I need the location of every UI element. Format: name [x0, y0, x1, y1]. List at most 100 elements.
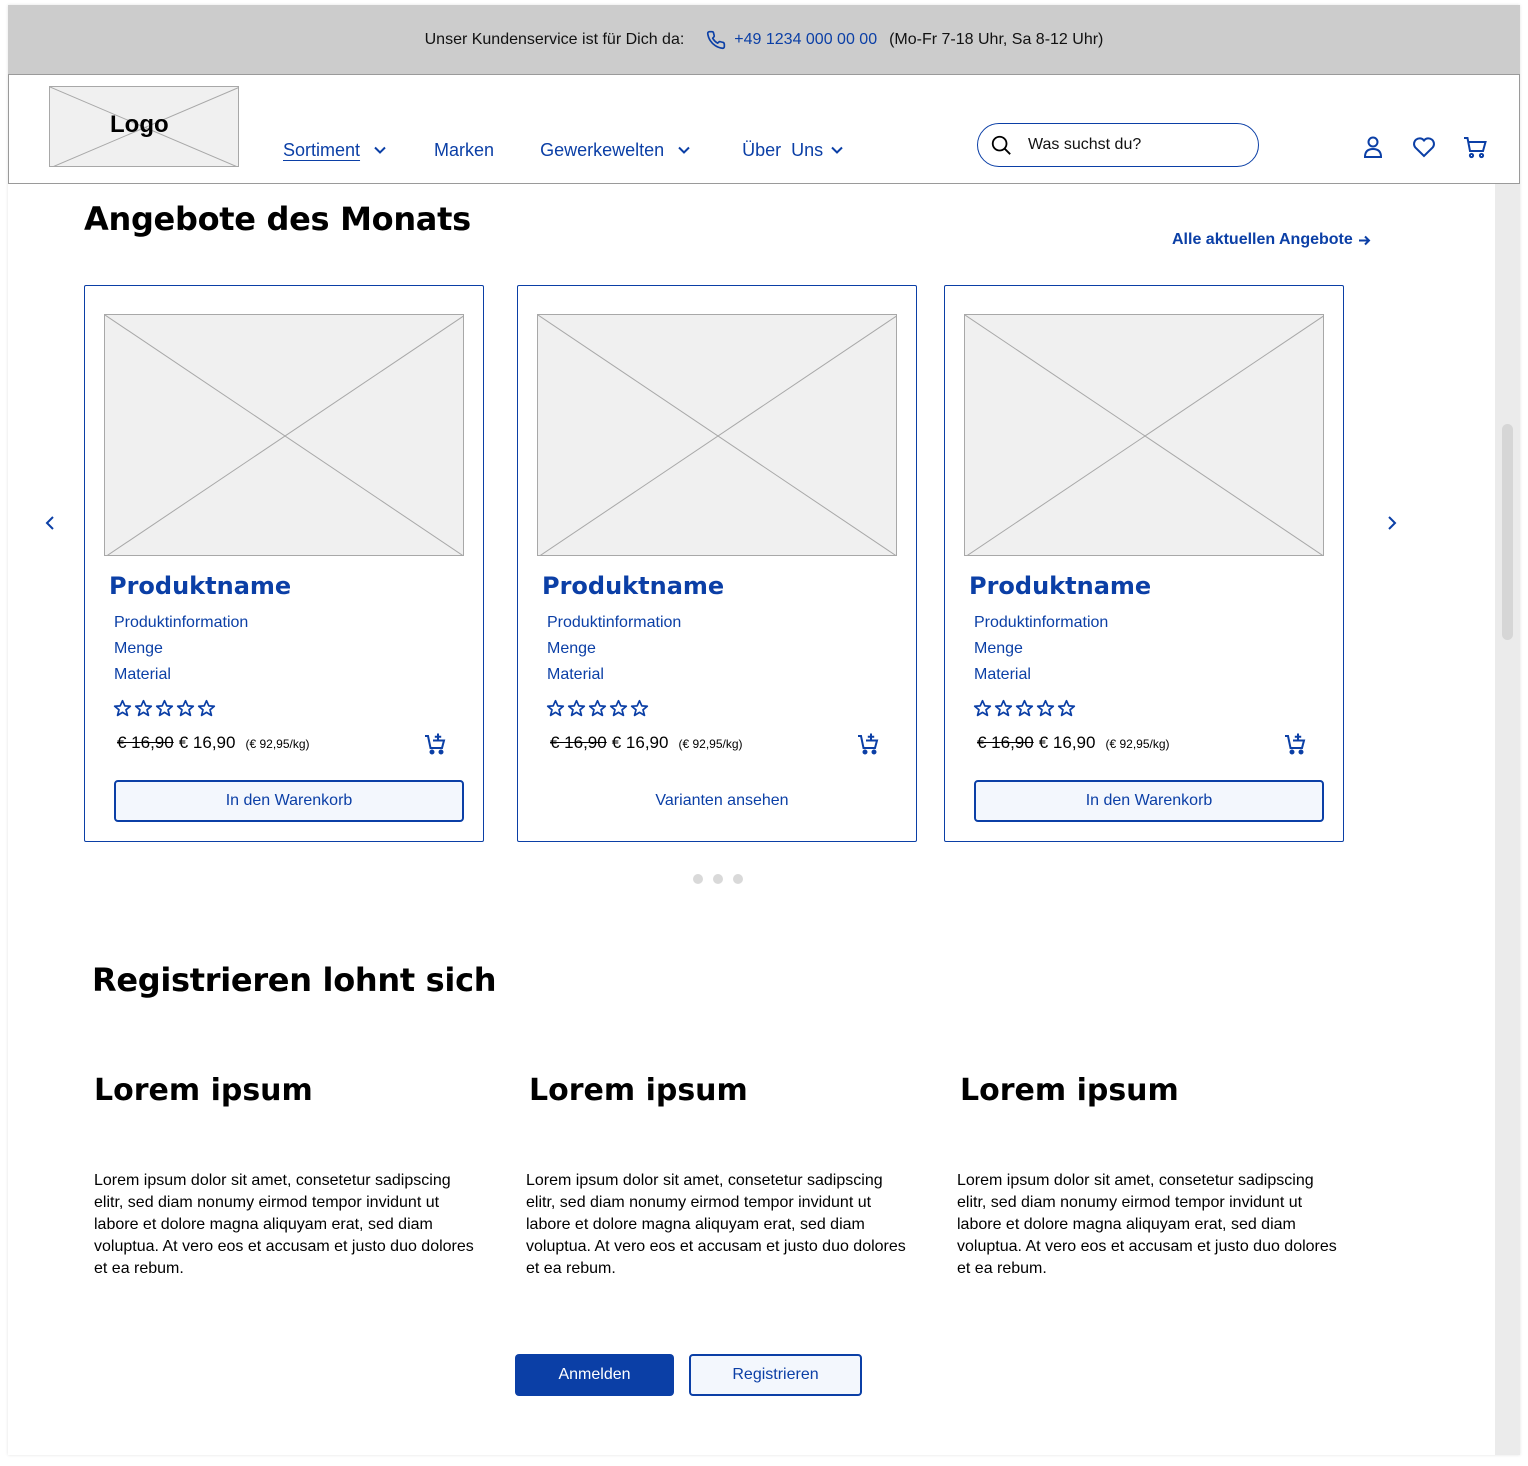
product-material: Material — [114, 666, 171, 683]
product-card[interactable]: Produktname Produktinformation Menge Mat… — [517, 285, 917, 842]
page: Unser Kundenservice ist für Dich da: +49… — [8, 5, 1520, 1455]
product-card[interactable]: Produktname Produktinformation Menge Mat… — [84, 285, 484, 842]
nav-label: Sortiment — [283, 139, 361, 160]
chevron-down-icon — [372, 142, 388, 158]
price-row: € 16,90 € 16,90 (€ 92,95/kg) — [117, 733, 310, 753]
product-info: Produktinformation — [974, 614, 1109, 631]
product-name[interactable]: Produktname — [542, 572, 724, 600]
heart-icon[interactable] — [1410, 133, 1438, 161]
service-label: Unser Kundenservice ist für Dich da: — [424, 30, 685, 48]
product-name[interactable]: Produktname — [969, 572, 1151, 600]
star-icon — [630, 699, 649, 718]
carousel-next-button[interactable] — [1384, 513, 1400, 533]
star-icon — [546, 699, 565, 718]
nav-item-marken[interactable]: Marken — [434, 140, 494, 161]
chevron-right-icon — [1388, 516, 1397, 530]
benefit-title: Lorem ipsum — [960, 1073, 1179, 1108]
benefit-title: Lorem ipsum — [529, 1073, 748, 1108]
all-offers-link[interactable]: Alle aktuellen Angebote — [1172, 231, 1371, 249]
pagination-dot[interactable] — [733, 874, 743, 884]
register-title: Registrieren lohnt sich — [92, 961, 497, 999]
rating-stars[interactable] — [113, 699, 218, 718]
unit-price: (€ 92,95/kg) — [1105, 737, 1170, 751]
product-image-placeholder — [964, 314, 1324, 556]
add-to-cart-icon[interactable] — [856, 732, 880, 756]
add-to-cart-icon[interactable] — [423, 732, 447, 756]
logo-text: Logo — [110, 111, 169, 138]
price-row: € 16,90 € 16,90 (€ 92,95/kg) — [550, 733, 743, 753]
price-row: € 16,90 € 16,90 (€ 92,95/kg) — [977, 733, 1170, 753]
star-icon — [134, 699, 153, 718]
product-image-placeholder — [537, 314, 897, 556]
old-price: € 16,90 — [550, 733, 607, 752]
header: Logo Sortiment Marken Gewerkewelten Über… — [8, 75, 1520, 184]
star-icon — [197, 699, 216, 718]
product-material: Material — [974, 666, 1031, 683]
register-button[interactable]: Registrieren — [689, 1354, 862, 1396]
service-hours: (Mo-Fr 7-18 Uhr, Sa 8-12 Uhr) — [889, 30, 1104, 48]
add-to-cart-icon[interactable] — [1283, 732, 1307, 756]
star-icon — [973, 699, 992, 718]
benefit-text: Lorem ipsum dolor sit amet, consetetur s… — [94, 1172, 474, 1277]
view-variants-button[interactable]: Varianten ansehen — [547, 780, 897, 822]
current-price: € 16,90 — [178, 733, 236, 752]
star-icon — [1015, 699, 1034, 718]
star-icon — [567, 699, 586, 718]
chevron-down-icon — [829, 142, 845, 158]
nav-item-ueber-uns[interactable]: Über Uns — [742, 140, 845, 161]
service-phone-link[interactable]: +49 1234 000 00 00 — [734, 31, 877, 49]
unit-price: (€ 92,95/kg) — [245, 737, 310, 751]
product-quantity: Menge — [974, 640, 1023, 657]
scrollbar-track[interactable] — [1495, 184, 1520, 1455]
rating-stars[interactable] — [973, 699, 1078, 718]
product-quantity: Menge — [547, 640, 596, 657]
star-icon — [994, 699, 1013, 718]
arrow-right-icon — [1358, 234, 1371, 247]
star-icon — [588, 699, 607, 718]
star-icon — [176, 699, 195, 718]
search-box[interactable] — [977, 123, 1259, 167]
chevron-left-icon — [45, 516, 54, 530]
nav-label: Über Uns — [742, 139, 824, 160]
benefit-text: Lorem ipsum dolor sit amet, consetetur s… — [957, 1172, 1337, 1277]
product-material: Material — [547, 666, 604, 683]
carousel-prev-button[interactable] — [42, 513, 58, 533]
star-icon — [113, 699, 132, 718]
search-input[interactable] — [1028, 136, 1228, 154]
old-price: € 16,90 — [117, 733, 174, 752]
star-icon — [1036, 699, 1055, 718]
unit-price: (€ 92,95/kg) — [678, 737, 743, 751]
service-bar: Unser Kundenservice ist für Dich da: +49… — [8, 5, 1520, 75]
nav-label: Gewerkewelten — [540, 139, 665, 160]
search-icon — [990, 134, 1012, 156]
nav-label: Marken — [434, 139, 495, 160]
add-to-cart-button[interactable]: In den Warenkorb — [114, 780, 464, 822]
add-to-cart-button[interactable]: In den Warenkorb — [974, 780, 1324, 822]
all-offers-label: Alle aktuellen Angebote — [1172, 231, 1353, 248]
cart-icon[interactable] — [1461, 133, 1489, 161]
nav-item-gewerkewelten[interactable]: Gewerkewelten — [540, 140, 692, 161]
star-icon — [1057, 699, 1076, 718]
benefit-text: Lorem ipsum dolor sit amet, consetetur s… — [526, 1172, 906, 1277]
scrollbar-thumb[interactable] — [1502, 424, 1513, 640]
product-info: Produktinformation — [114, 614, 249, 631]
carousel-pagination — [693, 874, 753, 884]
login-button[interactable]: Anmelden — [515, 1354, 674, 1396]
product-name[interactable]: Produktname — [109, 572, 291, 600]
chevron-down-icon — [676, 142, 692, 158]
product-info: Produktinformation — [547, 614, 682, 631]
nav-item-sortiment[interactable]: Sortiment — [283, 140, 388, 161]
rating-stars[interactable] — [546, 699, 651, 718]
user-icon[interactable] — [1359, 133, 1387, 161]
product-card[interactable]: Produktname Produktinformation Menge Mat… — [944, 285, 1344, 842]
pagination-dot[interactable] — [693, 874, 703, 884]
star-icon — [155, 699, 174, 718]
phone-icon — [706, 30, 726, 50]
offers-title: Angebote des Monats — [84, 200, 471, 238]
current-price: € 16,90 — [611, 733, 669, 752]
main-nav: Sortiment Marken Gewerkewelten Über Uns — [283, 135, 845, 165]
logo[interactable]: Logo — [49, 86, 239, 167]
benefit-title: Lorem ipsum — [94, 1073, 313, 1108]
pagination-dot[interactable] — [713, 874, 723, 884]
product-image-placeholder — [104, 314, 464, 556]
